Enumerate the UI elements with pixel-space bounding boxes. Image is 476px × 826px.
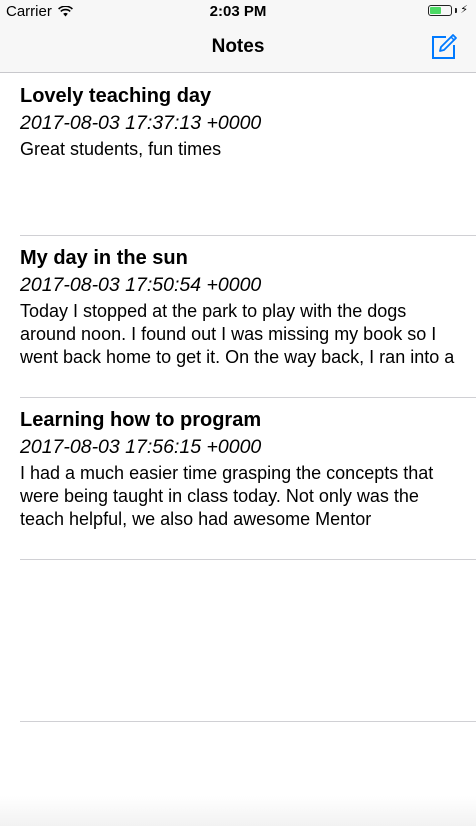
- compose-button[interactable]: [430, 33, 458, 61]
- status-time: 2:03 PM: [209, 3, 267, 20]
- notes-screen: Carrier 2:03 PM ⚡ Notes Lovely teaching …: [0, 0, 476, 826]
- note-date: 2017-08-03 17:37:13 +0000: [20, 112, 262, 134]
- compose-icon: [432, 34, 457, 59]
- list-item[interactable]: Learning how to program 2017-08-03 17:56…: [0, 398, 476, 560]
- charging-bolt-icon: ⚡: [460, 4, 468, 16]
- note-title: Learning how to program: [20, 409, 262, 431]
- status-bar: Carrier 2:03 PM ⚡: [0, 0, 476, 24]
- notes-list: Lovely teaching day 2017-08-03 17:37:13 …: [0, 74, 476, 722]
- bottom-fade: [0, 796, 476, 826]
- navigation-bar: Notes: [0, 24, 476, 73]
- note-body: Great students, fun times: [20, 139, 222, 159]
- list-item[interactable]: Lovely teaching day 2017-08-03 17:37:13 …: [0, 74, 476, 236]
- list-item[interactable]: My day in the sun 2017-08-03 17:50:54 +0…: [0, 236, 476, 398]
- note-title: My day in the sun: [20, 247, 188, 269]
- note-date: 2017-08-03 17:50:54 +0000: [20, 274, 262, 296]
- note-body: I had a much easier time grasping the co…: [20, 463, 434, 529]
- note-title: Lovely teaching day: [20, 85, 212, 107]
- battery-cap: [455, 8, 458, 13]
- empty-list-row: [0, 560, 476, 722]
- page-title: Notes: [211, 36, 265, 57]
- note-date: 2017-08-03 17:56:15 +0000: [20, 436, 262, 458]
- battery-icon: [428, 5, 453, 16]
- status-right: ⚡: [428, 5, 468, 16]
- battery-level: [430, 7, 442, 14]
- note-body: Today I stopped at the park to play with…: [20, 301, 455, 367]
